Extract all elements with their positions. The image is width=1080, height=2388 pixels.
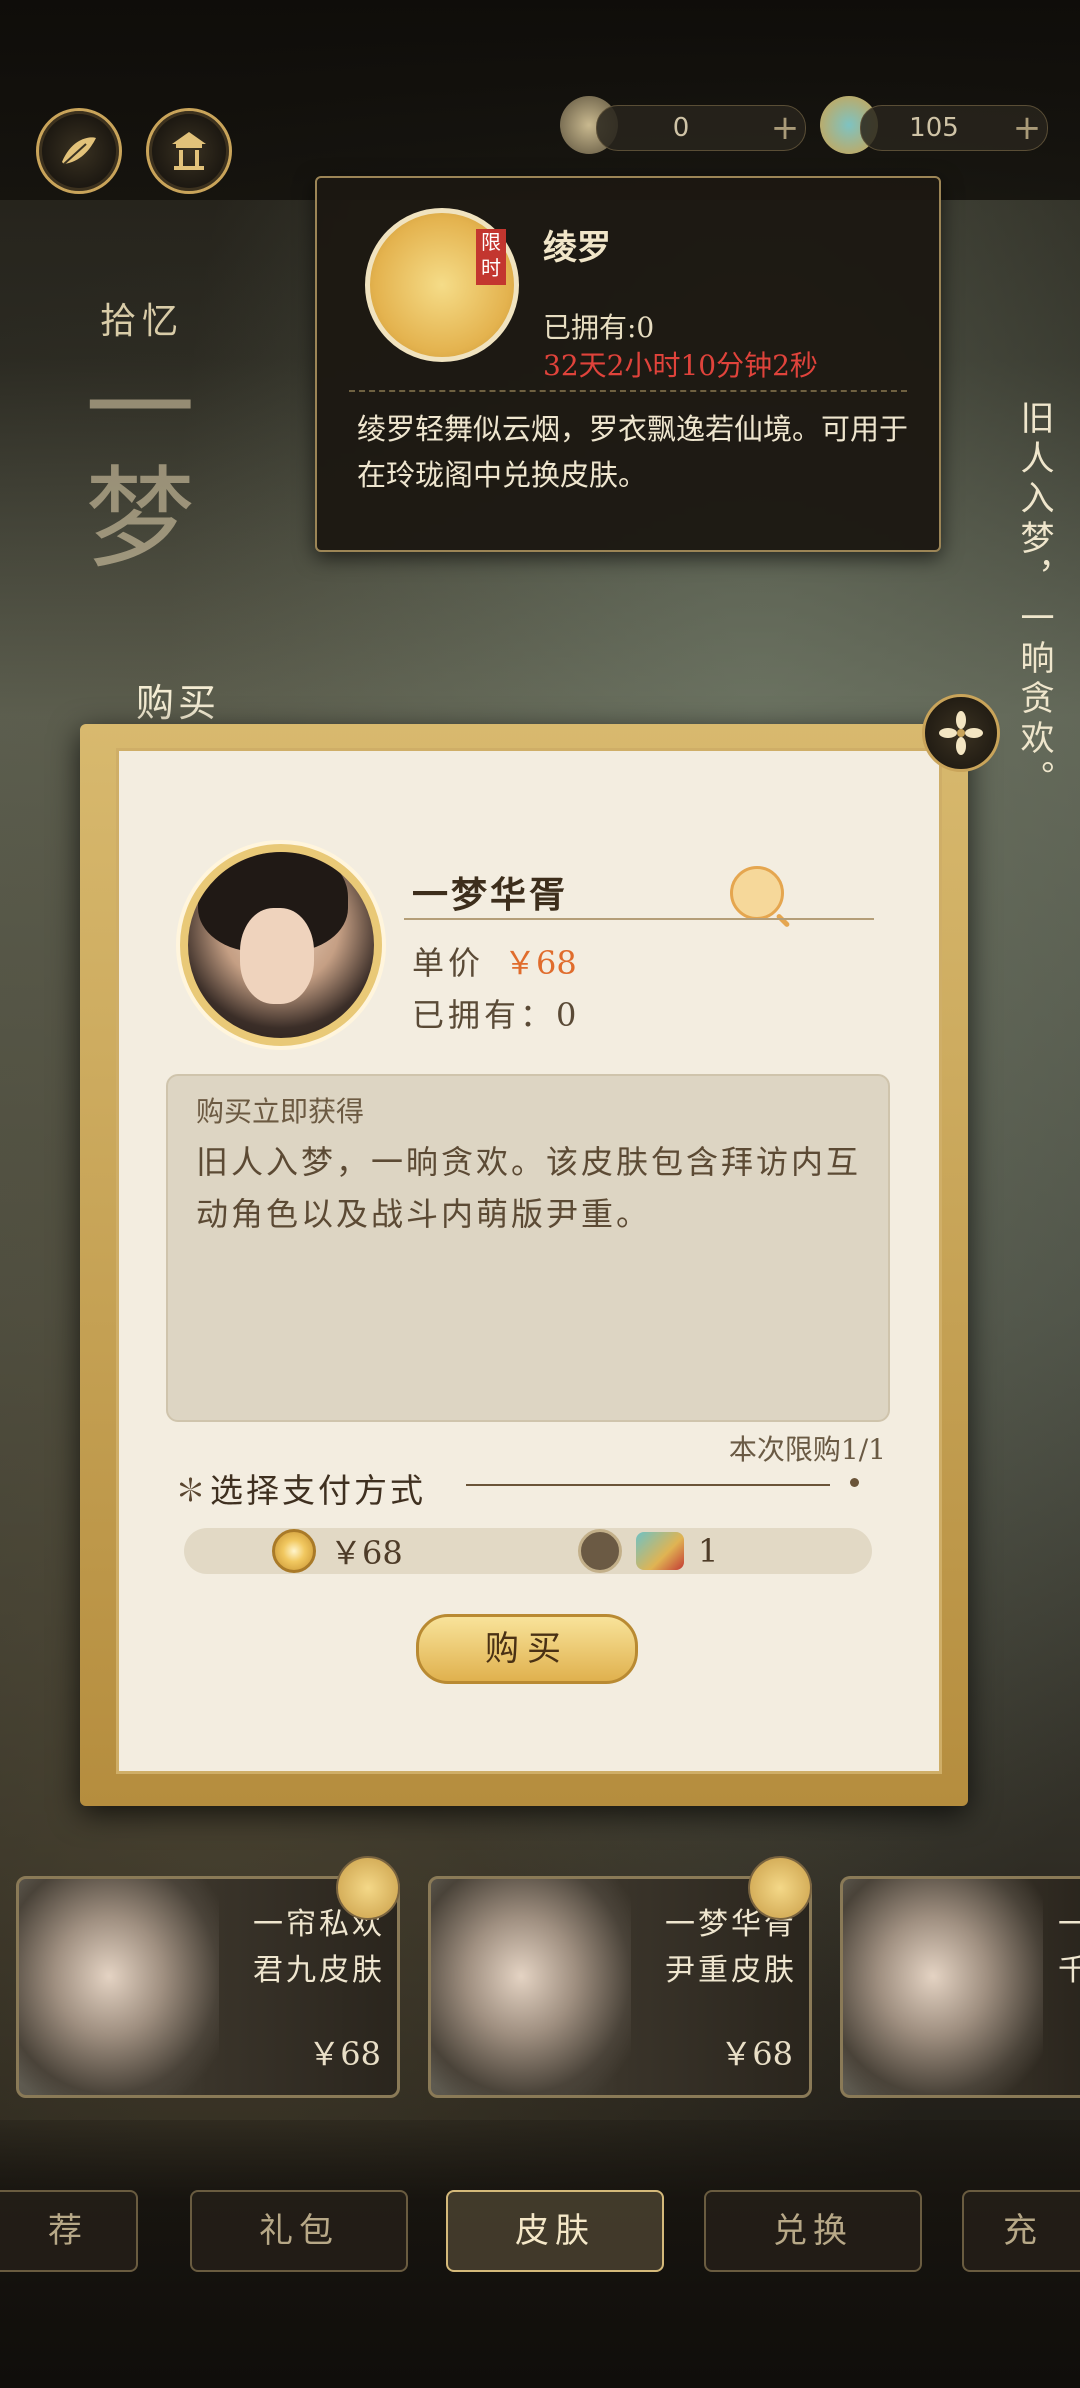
gain-description: 旧人入梦，一晌贪欢。该皮肤包含拜访内互动角色以及战斗内萌版尹重。 [196,1143,862,1233]
payment-title-text: 选择支付方式 [210,1471,426,1510]
tooltip-item-name: 绫罗 [543,228,611,268]
feather-menu-button[interactable] [36,108,122,194]
gain-title: 购买立即获得 [196,1095,365,1128]
skin-card[interactable]: 一 千 [840,1876,1080,2098]
product-name: 一梦华胥 [412,874,569,916]
product-avatar [180,844,382,1046]
bg-side-poem: 旧人入梦，一晌贪欢。 [1014,400,1054,800]
skin-card[interactable]: 一帘私欢 君九皮肤 ￥68 [16,1876,400,2098]
skin-card-title: 一 [1058,1899,1080,1943]
tooltip-owned: 已拥有:0 [543,311,655,344]
pay-option-silk[interactable]: 1 [578,1524,718,1578]
pay-option-cash-label: ￥68 [330,1534,403,1572]
dialog-title: 购买 [136,681,221,725]
skin-card-subtitle: 君九皮肤 [253,1953,385,1988]
close-button[interactable] [922,694,1000,772]
radio-selected-icon [272,1529,316,1573]
character-portrait [431,1879,631,2095]
skin-card-subtitle: 千 [1058,1945,1080,1989]
currency-silk: 105 + [860,105,1048,151]
tooltip-divider [349,390,907,392]
skin-card-price: ￥68 [308,2035,381,2073]
radio-unselected-icon [578,1529,622,1573]
divider-dot [850,1478,859,1487]
tab-recommend[interactable]: 荐 [0,2190,138,2272]
character-portrait [19,1879,219,2095]
feather-icon [62,137,96,165]
price-label: 单价 [412,944,485,982]
pavilion-button[interactable] [146,108,232,194]
close-flower-icon [939,711,983,755]
purchase-limit: 本次限购1/1 [728,1433,886,1466]
gain-box: 购买立即获得 旧人入梦，一晌贪欢。该皮肤包含拜访内互动角色以及战斗内萌版尹重。 [166,1074,890,1422]
tab-skins[interactable]: 皮肤 [446,2190,664,2272]
tab-gift-pack[interactable]: 礼包 [190,2190,408,2272]
currency-value: 0 [672,113,690,143]
item-tooltip: 限时 绫罗 已拥有:0 32天2小时10分钟2秒 绫罗轻舞似云烟，罗衣飘逸若仙境… [315,176,941,552]
limited-tag: 限时 [476,229,506,285]
payment-title: ✽选择支付方式 [174,1464,426,1512]
pavilion-icon [172,132,206,170]
payment-divider [466,1484,830,1486]
tooltip-description: 绫罗轻舞似云烟，罗衣飘逸若仙境。可用于在玲珑阁中兑换皮肤。 [357,412,909,492]
skin-card[interactable]: 一梦华胥 尹重皮肤 ￥68 [428,1876,812,2098]
bg-big-title: 一梦 [66,350,194,570]
silk-small-icon [636,1532,684,1570]
price-value: ￥68 [504,944,577,982]
flower-bullet-icon: ✽ [174,1471,210,1510]
pay-option-cash[interactable]: ￥68 [272,1524,403,1578]
owned-label: 已拥有：0 [412,996,581,1034]
skin-card-subtitle: 尹重皮肤 [665,1953,797,1988]
character-portrait [843,1879,1043,2095]
currency-flower-coin: 0 + [596,105,806,151]
bg-tab-label: 拾忆 [100,301,185,342]
pay-option-silk-label: 1 [698,1532,719,1570]
silk-badge-icon [748,1856,812,1920]
skin-card-price: ￥68 [720,2035,793,2073]
preview-search-icon[interactable] [730,866,784,920]
currency-value: 105 [909,113,959,143]
tab-exchange[interactable]: 兑换 [704,2190,922,2272]
add-silk-button[interactable]: + [1007,108,1047,148]
tooltip-timer: 32天2小时10分钟2秒 [543,349,818,382]
add-flower-coin-button[interactable]: + [765,108,805,148]
silk-badge-icon [336,1856,400,1920]
buy-button[interactable]: 购买 [416,1614,638,1684]
tab-recharge[interactable]: 充 [962,2190,1080,2272]
silk-item-icon: 限时 [365,208,519,362]
name-underline [404,918,874,920]
